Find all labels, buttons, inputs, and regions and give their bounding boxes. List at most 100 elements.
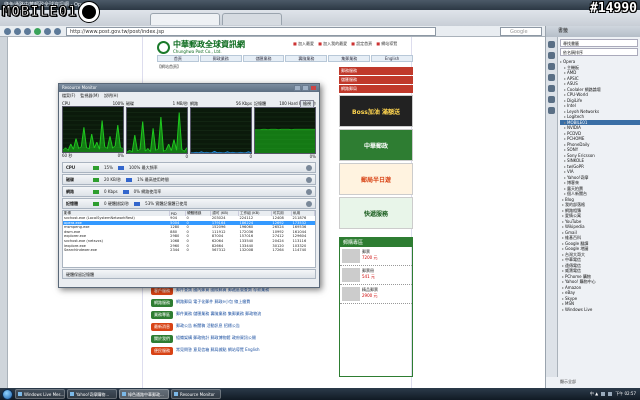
top-link[interactable]: 設定首頁 <box>351 41 372 47</box>
table-row[interactable]: SearchIndexer.exe 2344 0 567312 132008 17264 1… <box>63 248 315 253</box>
graph-footer: 60 秒 0% <box>62 153 124 159</box>
rm-menu: 檔案(F) 監視器(M) 說明(H) <box>59 92 319 99</box>
menu-item[interactable]: 說明(H) <box>104 92 118 99</box>
site-logo[interactable]: 中華郵政全球資訊網 Chunghwa Post Co., Ltd. <box>157 41 245 54</box>
volume-icon[interactable] <box>608 392 613 396</box>
link-row: 業務專區 郵件業務 儲匯業務 壽險業務 集郵業務 郵政物流 <box>151 311 341 319</box>
section-swatch <box>126 177 133 182</box>
bookmark-sort[interactable]: 依名稱排序 <box>560 48 638 56</box>
nav-item[interactable]: English <box>371 55 413 62</box>
top-link[interactable]: 加入我的最愛 <box>318 41 347 47</box>
rm-title: Resource Monitor <box>59 84 319 92</box>
section-swatch <box>122 189 129 194</box>
promo-banner[interactable]: Boss加油 滿額送 <box>339 95 413 127</box>
browser-toolbar: http://www.post.gov.tw/post/index.jsp Go… <box>0 26 545 37</box>
panel-bottom[interactable]: 顯示全部 <box>560 377 640 387</box>
home-icon[interactable] <box>34 28 41 35</box>
nav-item[interactable]: 郵政業務 <box>199 55 242 62</box>
bookmark-search[interactable]: 尋找書籤 <box>560 39 638 47</box>
search-input[interactable]: Google <box>500 27 542 36</box>
view-button[interactable]: 檢視 <box>300 100 314 108</box>
menu-item[interactable]: 監視器(M) <box>80 92 99 99</box>
site-nav: 首頁 郵政業務 儲匯業務 壽險業務 集郵業務 English <box>157 55 413 62</box>
taskbar-items: Windows Live Mes... Yahoo!奇摩購物... 綠色通路中華郵政… <box>15 389 223 399</box>
bookmark-icon[interactable] <box>44 28 51 35</box>
top-link[interactable]: 網站導覽 <box>376 41 397 47</box>
side-label[interactable]: 網路郵局 <box>339 85 413 93</box>
taskbar-button[interactable]: Resource Monitor <box>171 389 221 399</box>
link-category-tag[interactable]: 業務專區 <box>151 311 173 319</box>
table-row[interactable]: svchost.exe (LocalSystemNetworkRest) 904 0… <box>63 216 315 221</box>
bookmark-panel-icon[interactable] <box>548 41 555 48</box>
nav-item[interactable]: 壽險業務 <box>285 55 328 62</box>
nav-item[interactable]: 儲匯業務 <box>242 55 285 62</box>
menu-item[interactable]: 檔案(F) <box>62 92 75 99</box>
expand-icon[interactable] <box>306 200 312 207</box>
rm-section-header[interactable]: 記憶體 0 硬體錯誤/秒 53% 實體記憶體已使用 <box>62 198 316 209</box>
reload-icon[interactable] <box>24 28 31 35</box>
transfers-panel-icon[interactable] <box>548 74 555 81</box>
section-value-b: 53% 實體記憶體已使用 <box>145 200 188 206</box>
expand-icon[interactable] <box>306 176 312 183</box>
link-text[interactable]: 郵件業務 儲匯業務 壽險業務 集郵業務 郵政物流 <box>176 311 261 316</box>
nav-item[interactable]: 集郵業務 <box>328 55 371 62</box>
info-panel-icon[interactable] <box>548 107 555 114</box>
section-swatch <box>93 201 99 206</box>
expand-icon[interactable] <box>306 164 312 171</box>
section-swatch <box>93 189 99 194</box>
link-text[interactable]: 組織架構 郵政統計 郵政博物館 政府資訊公開 <box>176 335 256 340</box>
watermark-globe-icon <box>78 0 101 23</box>
back-icon[interactable] <box>4 28 11 35</box>
product-image <box>342 268 360 282</box>
table-body: svchost.exe (LocalSystemNetworkRest) 904 0… <box>63 216 315 253</box>
section-value-a: 15% <box>104 165 113 170</box>
link-text[interactable]: 郵政公告 新聞稿 活動訊息 招標公告 <box>176 323 240 328</box>
bookmark-item[interactable]: Windows Live <box>560 307 640 313</box>
section-value-a: 20 KB/秒 <box>104 176 122 182</box>
close-button[interactable] <box>310 85 317 91</box>
rm-section-header[interactable]: 磁碟 20 KB/秒 1% 最高使用時間 <box>62 174 316 185</box>
links-panel-icon[interactable] <box>548 85 555 92</box>
resource-monitor-window: Resource Monitor 檔案(F) 監視器(M) 說明(H) 檢視 C… <box>58 83 320 288</box>
taskbar-button[interactable]: 綠色通路中華郵政... <box>119 389 169 399</box>
address-bar[interactable]: http://www.post.gov.tw/post/index.jsp <box>66 27 436 36</box>
rm-footer-section[interactable]: 硬體保留記憶體 <box>62 269 316 279</box>
shop-item[interactable]: 郵票冊 541 元 <box>340 266 412 285</box>
link-text[interactable]: 網路郵局 電子化郵件 郵政e小包 線上繳費 <box>176 299 250 304</box>
link-category-tag[interactable]: 關於我們 <box>151 335 173 343</box>
promo-banner[interactable]: 快遞服務 <box>339 197 413 229</box>
link-category-tag[interactable]: 網路服務 <box>151 299 173 307</box>
link-category-tag[interactable]: 客戶服務 <box>151 287 173 295</box>
side-label[interactable]: 儲匯服務 <box>339 76 413 84</box>
tab-inactive[interactable] <box>222 13 282 25</box>
table-row[interactable]: svchost.exe (netsvcs) 1068 0 62064 133540 204… <box>63 239 315 244</box>
taskbar-button[interactable]: Windows Live Mes... <box>15 389 65 399</box>
nav-item[interactable]: 首頁 <box>157 55 199 62</box>
start-button[interactable] <box>2 388 13 400</box>
network-icon[interactable] <box>601 392 606 396</box>
link-row: 最新消息 郵政公告 新聞稿 活動訊息 招標公告 <box>151 323 341 331</box>
forward-icon[interactable] <box>14 28 21 35</box>
rm-section-header[interactable]: CPU 15% 100% 最大頻率 <box>62 162 316 173</box>
side-label[interactable]: 郵務服務 <box>339 67 413 75</box>
taskbar-button[interactable]: Yahoo!奇摩購物... <box>67 389 117 399</box>
section-swatch <box>93 165 99 170</box>
shop-item[interactable]: 郵票 7200 元 <box>340 247 412 266</box>
wand-icon[interactable] <box>54 28 61 35</box>
link-category-tag[interactable]: 最新消息 <box>151 323 173 331</box>
top-link[interactable]: 加入最愛 <box>293 41 314 47</box>
tab-active[interactable] <box>150 13 220 25</box>
expand-icon[interactable] <box>306 188 312 195</box>
promo-banner[interactable]: 郵局半日遊 <box>339 163 413 195</box>
promo-banner[interactable]: 中華郵政 <box>339 129 413 161</box>
link-text[interactable]: 常見問答 意見信箱 郵局據點 網站導覽 English <box>176 347 260 352</box>
widget-panel-icon[interactable] <box>548 52 555 59</box>
maximize-button[interactable] <box>302 85 309 91</box>
history-panel-icon[interactable] <box>548 96 555 103</box>
rm-section-header[interactable]: 網路 0 Kbps 0% 網路使用率 <box>62 186 316 197</box>
notes-panel-icon[interactable] <box>548 63 555 70</box>
memory-table[interactable]: 影像 PID 硬體錯誤 認可 (KB) 工作組 (KB) 可共用 私用 svchost.ex… <box>62 210 316 268</box>
link-category-tag[interactable]: 便民服務 <box>151 347 173 355</box>
minimize-button[interactable] <box>294 85 301 91</box>
shop-item[interactable]: 精品郵票 2900 元 <box>340 285 412 304</box>
